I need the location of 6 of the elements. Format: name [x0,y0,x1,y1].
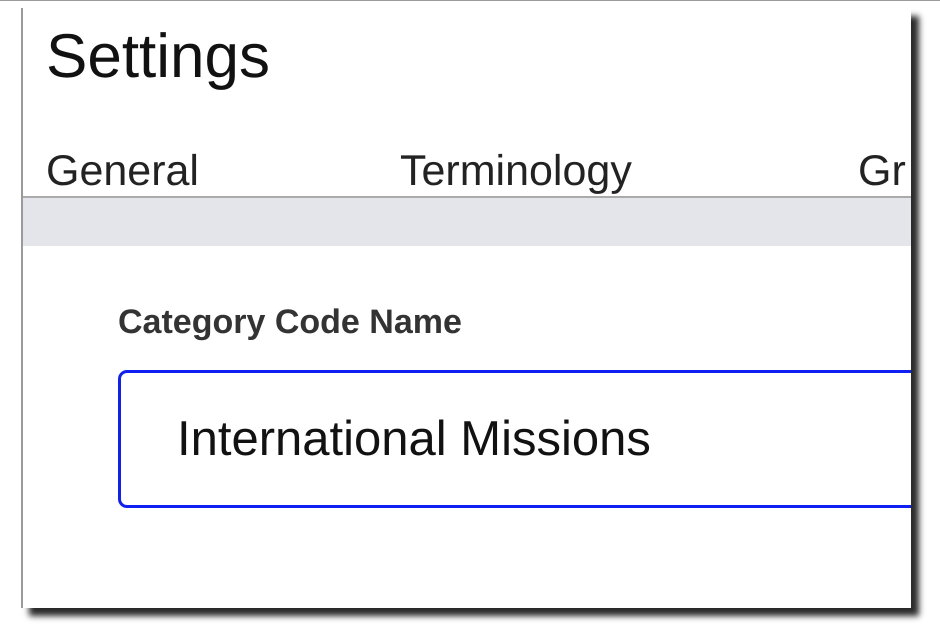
tab[interactable]: General [46,146,400,196]
input-field[interactable]: International Missions [118,370,911,508]
page-title: Settings [45,21,272,92]
tab[interactable]: Terminology [400,146,858,196]
field-label: Category Code Name [118,302,463,342]
tab[interactable]: Gr [858,146,906,196]
